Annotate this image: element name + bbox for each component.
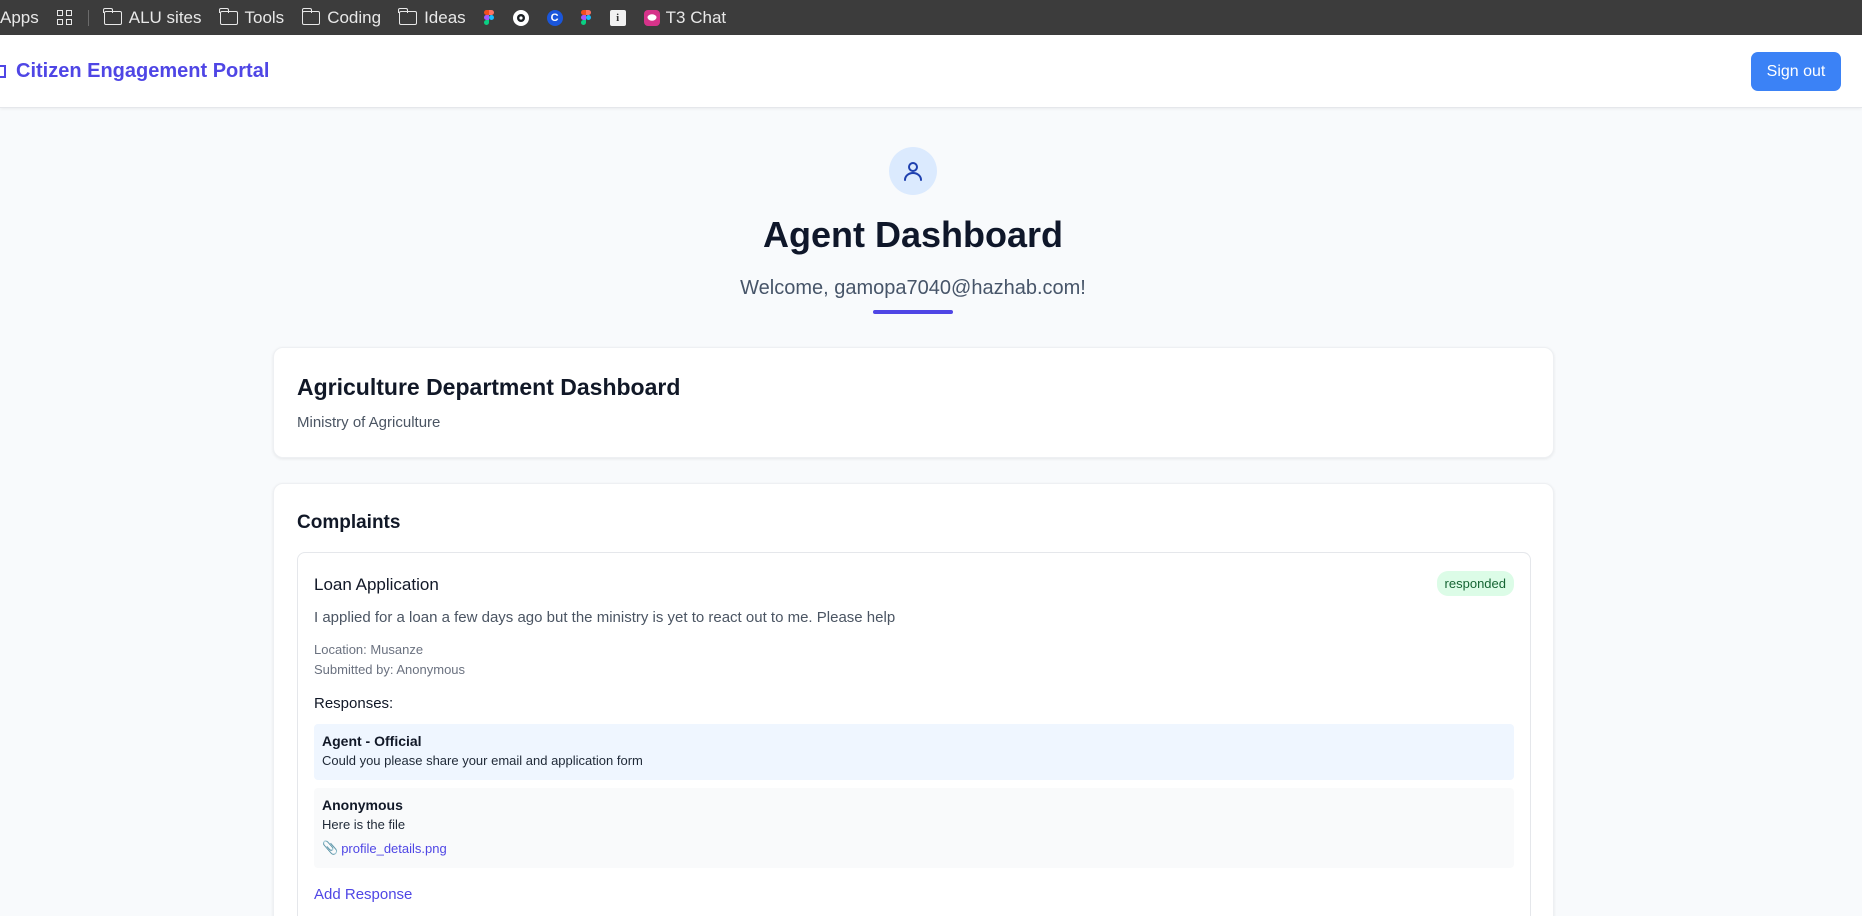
t3-chat-icon	[643, 9, 660, 26]
response-text: Could you please share your email and ap…	[322, 753, 643, 768]
ministry-name: Ministry of Agriculture	[297, 414, 441, 431]
folder-icon	[398, 7, 418, 25]
folder-icon	[301, 7, 321, 25]
user-avatar	[889, 147, 937, 195]
sign-out-button[interactable]: Sign out	[1751, 52, 1841, 91]
bookmark-folder-tools[interactable]: Tools	[211, 0, 294, 35]
complaint-location: Location: Musanze	[314, 642, 424, 657]
bookmark-figma[interactable]	[475, 0, 504, 35]
bookmark-c[interactable]: C	[538, 0, 572, 35]
bookmark-folder-label: Tools	[244, 7, 285, 27]
bookmark-apps[interactable]: Apps	[0, 0, 48, 35]
response-text: Here is the file	[322, 817, 406, 832]
github-icon	[512, 9, 529, 26]
folder-icon	[103, 7, 122, 25]
complaints-card: Complaints Loan Application responded I …	[273, 483, 1554, 916]
department-title: Agriculture Department Dashboard	[297, 374, 681, 400]
figma-icon	[483, 9, 495, 26]
brand-title: Citizen Engagement Portal	[16, 60, 270, 82]
bookmark-folder-alu-sites[interactable]: ALU sites	[95, 0, 211, 35]
app-header: Citizen Engagement Portal Sign out	[0, 35, 1862, 108]
bookmark-apps-label: Apps	[0, 7, 39, 27]
welcome-message: Welcome, gamopa7040@hazhab.com!	[740, 277, 1086, 299]
bookmark-separator	[87, 9, 89, 26]
info-icon: i	[609, 9, 626, 26]
bookmark-figma-2[interactable]	[572, 0, 601, 35]
attachment-filename: profile_details.png	[341, 840, 447, 856]
bookmark-folder-label: Ideas	[424, 7, 466, 27]
bookmark-folder-label: ALU sites	[128, 7, 202, 27]
complaints-heading: Complaints	[297, 512, 401, 533]
apps-grid-icon[interactable]	[48, 0, 82, 35]
title-underline	[873, 310, 953, 314]
bookmark-t3-chat[interactable]: T3 Chat	[635, 0, 735, 35]
bookmark-folder-coding[interactable]: Coding	[293, 0, 390, 35]
paperclip-icon: 📎	[322, 840, 339, 855]
bookmark-folder-label: Coding	[327, 7, 382, 27]
status-badge: responded	[1436, 571, 1514, 596]
c-logo-icon: C	[546, 9, 563, 26]
response-item: Agent - Official Could you please share …	[314, 724, 1514, 780]
complaint-description: I applied for a loan a few days ago but …	[314, 609, 896, 626]
brand-logo-icon	[0, 65, 6, 78]
responses-heading: Responses:	[314, 695, 394, 712]
bookmark-t3-chat-label: T3 Chat	[665, 7, 727, 27]
complaint-title: Loan Application	[314, 575, 439, 594]
response-author: Agent - Official	[322, 733, 422, 749]
response-item: Anonymous Here is the file 📎 profile_det…	[314, 788, 1514, 868]
complaint-submitter: Submitted by: Anonymous	[314, 662, 466, 677]
brand[interactable]: Citizen Engagement Portal	[0, 35, 269, 108]
bookmark-github[interactable]	[504, 0, 538, 35]
page-title: Agent Dashboard	[762, 214, 1064, 255]
bookmark-folder-ideas[interactable]: Ideas	[390, 0, 475, 35]
bookmarks-bar: Apps ALU sites Tools Coding Ideas C i T3…	[0, 0, 1862, 35]
bookmark-info[interactable]: i	[601, 0, 635, 35]
add-response-link[interactable]: Add Response	[314, 886, 412, 903]
folder-icon	[218, 7, 238, 25]
figma-icon	[580, 9, 592, 26]
department-card: Agriculture Department Dashboard Ministr…	[273, 347, 1554, 458]
response-author: Anonymous	[322, 797, 403, 813]
complaint-item: Loan Application responded I applied for…	[297, 552, 1531, 916]
user-icon	[904, 162, 922, 181]
attachment-link[interactable]: 📎 profile_details.png	[322, 840, 1506, 856]
